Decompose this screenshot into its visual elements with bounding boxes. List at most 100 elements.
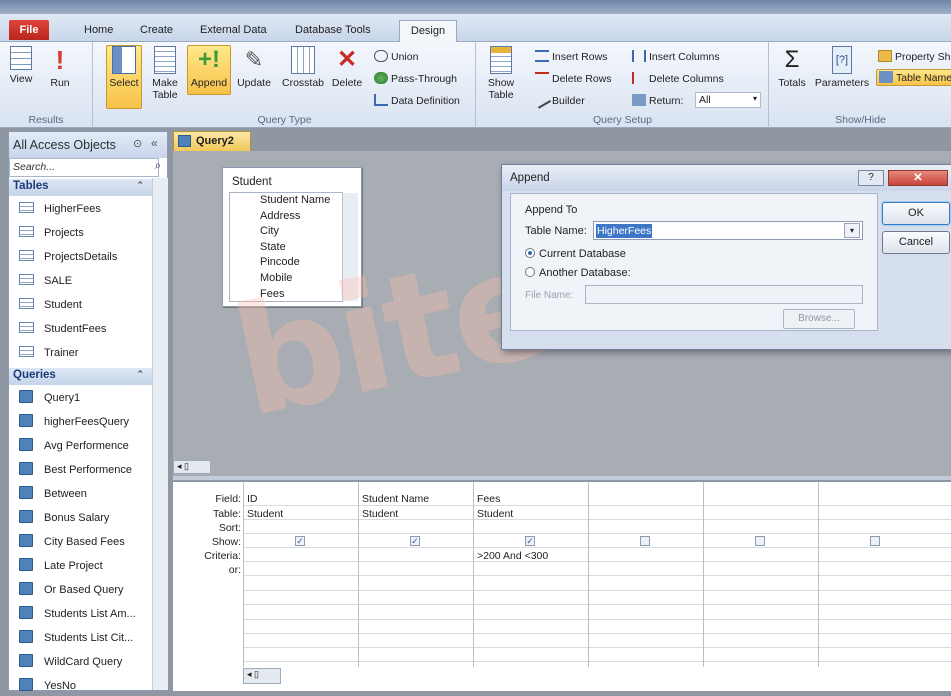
update-query-button[interactable]: ✎ Update bbox=[234, 46, 274, 89]
nav-scrollbar[interactable] bbox=[152, 178, 168, 690]
nav-query-item[interactable]: Best Performence bbox=[9, 458, 152, 480]
crosstab-query-button[interactable]: Crosstab bbox=[280, 46, 326, 89]
nav-table-item[interactable]: Projects bbox=[9, 222, 152, 244]
grid-cell-table[interactable]: Student bbox=[247, 509, 283, 520]
field-list-item[interactable]: Student Name bbox=[260, 193, 330, 209]
help-icon[interactable]: ? bbox=[858, 170, 884, 186]
another-database-radio[interactable]: Another Database: bbox=[525, 267, 631, 279]
field-list-item[interactable]: Mobile bbox=[260, 271, 292, 287]
nav-menu-chevron-icon[interactable]: ⊙ bbox=[133, 137, 142, 150]
nav-query-item[interactable]: higherFeesQuery bbox=[9, 410, 152, 432]
delete-columns-button[interactable]: Delete Columns bbox=[632, 72, 724, 85]
show-table-button[interactable]: Show Table bbox=[483, 46, 519, 101]
chevron-down-icon[interactable]: ▾ bbox=[844, 223, 860, 238]
show-checkbox[interactable] bbox=[870, 536, 880, 546]
make-table-button[interactable]: Make Table bbox=[149, 46, 181, 101]
nav-pane-header[interactable]: All Access Objects ⊙ « bbox=[9, 132, 167, 158]
grid-cell-field[interactable]: ID bbox=[247, 494, 258, 505]
tab-database-tools[interactable]: Database Tools bbox=[295, 24, 371, 36]
queries-section-header[interactable]: Queries ⌃ bbox=[9, 368, 152, 385]
tables-section-header[interactable]: Tables ⌃ bbox=[9, 179, 152, 196]
current-database-radio[interactable]: Current Database bbox=[525, 248, 626, 260]
run-button[interactable]: ! Run bbox=[45, 46, 75, 89]
grid-scrollbar[interactable]: ◂ ▯ bbox=[243, 668, 281, 684]
grid-cell-table[interactable]: Student bbox=[477, 509, 513, 520]
nav-query-item[interactable]: City Based Fees bbox=[9, 530, 152, 552]
field-list-item[interactable]: City bbox=[260, 224, 279, 240]
ok-button[interactable]: OK bbox=[882, 202, 950, 225]
tab-home[interactable]: Home bbox=[84, 24, 113, 36]
grid-cell-field[interactable]: Student Name bbox=[362, 494, 429, 505]
collapse-chevron-icon[interactable]: ⌃ bbox=[136, 180, 144, 191]
tab-file[interactable]: File bbox=[9, 20, 49, 40]
totals-button[interactable]: Σ Totals bbox=[774, 46, 810, 89]
show-checkbox[interactable]: ✓ bbox=[410, 536, 420, 546]
show-checkbox[interactable] bbox=[755, 536, 765, 546]
grid-cell-field[interactable]: Fees bbox=[477, 494, 500, 505]
view-button[interactable]: View bbox=[6, 46, 36, 85]
tab-external-data[interactable]: External Data bbox=[200, 24, 267, 36]
nav-table-item[interactable]: HigherFees bbox=[9, 198, 152, 220]
nav-query-item[interactable]: Avg Performence bbox=[9, 434, 152, 456]
tab-design[interactable]: Design bbox=[399, 20, 457, 43]
nav-table-item[interactable]: StudentFees bbox=[9, 318, 152, 340]
show-checkbox[interactable] bbox=[640, 536, 650, 546]
tab-query2[interactable]: Query2 bbox=[173, 131, 251, 151]
grid-cell-criteria[interactable]: >200 And <300 bbox=[477, 551, 548, 562]
search-icon[interactable]: ⌕ bbox=[149, 158, 167, 177]
cancel-button[interactable]: Cancel bbox=[882, 231, 950, 254]
delete-query-button[interactable]: ✕ Delete bbox=[329, 46, 365, 89]
browse-button[interactable]: Browse... bbox=[783, 309, 855, 329]
append-query-button[interactable]: +! Append bbox=[187, 45, 231, 95]
show-checkbox[interactable]: ✓ bbox=[295, 536, 305, 546]
grid-column[interactable] bbox=[588, 482, 703, 667]
nav-table-item[interactable]: SALE bbox=[9, 270, 152, 292]
nav-query-item[interactable]: YesNo bbox=[9, 674, 152, 696]
nav-search-input[interactable]: Search... bbox=[9, 158, 159, 177]
nav-query-item[interactable]: Bonus Salary bbox=[9, 506, 152, 528]
return-select[interactable]: All ▾ bbox=[695, 92, 761, 108]
collapse-chevron-icon[interactable]: ⌃ bbox=[136, 369, 144, 380]
horizontal-scrollbar[interactable]: ◂ ▯ bbox=[173, 460, 211, 474]
nav-query-item[interactable]: Students List Cit... bbox=[9, 626, 152, 648]
file-name-input[interactable] bbox=[585, 285, 863, 304]
property-sheet-button[interactable]: Property Sh bbox=[878, 50, 950, 63]
nav-query-item[interactable]: Between bbox=[9, 482, 152, 504]
builder-button[interactable]: Builder bbox=[532, 91, 585, 109]
student-field-list[interactable]: Student Student Name Address City State Pinc… bbox=[222, 167, 362, 307]
nav-query-item[interactable]: Late Project bbox=[9, 554, 152, 576]
grid-cell-table[interactable]: Student bbox=[362, 509, 398, 520]
field-list-item[interactable]: Address bbox=[260, 209, 300, 225]
nav-query-item[interactable]: Or Based Query bbox=[9, 578, 152, 600]
select-query-button[interactable]: Select bbox=[106, 45, 142, 109]
field-list-scrollbar[interactable] bbox=[342, 193, 358, 301]
query-icon bbox=[19, 414, 33, 427]
parameters-button[interactable]: [?] Parameters bbox=[814, 46, 870, 89]
union-button[interactable]: Union bbox=[374, 50, 418, 63]
show-checkbox[interactable]: ✓ bbox=[525, 536, 535, 546]
query-icon bbox=[19, 582, 33, 595]
grid-column[interactable] bbox=[818, 482, 933, 667]
nav-table-item[interactable]: ProjectsDetails bbox=[9, 246, 152, 268]
tab-create[interactable]: Create bbox=[140, 24, 173, 36]
nav-table-item[interactable]: Student bbox=[9, 294, 152, 316]
insert-rows-button[interactable]: Insert Rows bbox=[535, 50, 607, 63]
table-icon bbox=[19, 322, 34, 333]
close-icon[interactable]: ✕ bbox=[888, 170, 948, 186]
grid-column[interactable] bbox=[703, 482, 818, 667]
table-names-button[interactable]: Table Name bbox=[876, 69, 951, 86]
nav-query-item[interactable]: Students List Am... bbox=[9, 602, 152, 624]
grid-row-label: Sort: bbox=[218, 522, 241, 534]
delete-rows-button[interactable]: Delete Rows bbox=[535, 72, 612, 85]
nav-query-item[interactable]: Query1 bbox=[9, 386, 152, 408]
nav-table-item[interactable]: Trainer bbox=[9, 342, 152, 364]
pass-through-button[interactable]: Pass-Through bbox=[374, 72, 457, 85]
nav-query-item[interactable]: WildCard Query bbox=[9, 650, 152, 672]
collapse-pane-icon[interactable]: « bbox=[151, 136, 158, 150]
field-list-item[interactable]: Fees bbox=[260, 287, 284, 303]
field-list-item[interactable]: Pincode bbox=[260, 255, 300, 271]
data-definition-button[interactable]: Data Definition bbox=[374, 94, 460, 107]
insert-columns-button[interactable]: Insert Columns bbox=[632, 50, 720, 63]
table-name-combo[interactable]: HigherFees ▾ bbox=[593, 221, 863, 240]
field-list-item[interactable]: State bbox=[260, 240, 286, 256]
